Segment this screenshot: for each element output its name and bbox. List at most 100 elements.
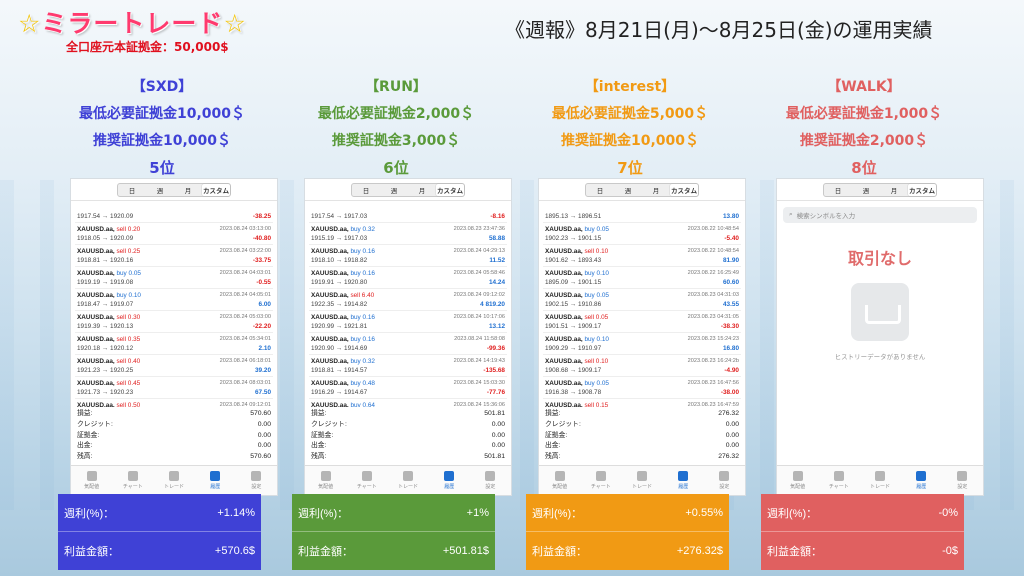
nav-item-3[interactable]: 履歴 [429,466,470,495]
trade-symbol: XAUUSD.aa, sell 0.10 [545,358,608,365]
nav-item-0[interactable]: 気配値 [305,466,346,495]
trade-pl: -0.55 [256,279,271,286]
trade-row[interactable]: XAUUSD.aa, buy 0.32 1915.19 → 1917.03 2023… [309,223,507,245]
trade-row[interactable]: XAUUSD.aa, buy 0.641913.19 → 1914.562023… [309,399,507,407]
search-icon: ⌕ [789,211,793,218]
trade-row[interactable]: XAUUSD.aa, buy 0.10 1895.09 → 1901.15 2023… [543,267,741,289]
nav-item-0[interactable]: 気配値 [71,466,112,495]
trade-symbol: XAUUSD.aa, sell 0.15 [545,402,608,407]
nav-item-1[interactable]: チャート [818,466,859,495]
trade-row[interactable]: XAUUSD.aa, sell 0.10 1901.62 → 1893.43 202… [543,245,741,267]
trade-row[interactable]: XAUUSD.aa, sell 0.35 1920.18 → 1920.12 202… [75,333,273,355]
summary-row-profit: 損益: 276.32 [545,409,739,420]
tab-period[interactable]: カスタム [670,183,698,196]
segmented-control: 日週月カスタム [351,182,465,197]
trade-row[interactable]: XAUUSD.aa, sell 0.45 1921.73 → 1920.23 202… [75,377,273,399]
trade-row[interactable]: XAUUSD.aa, sell 0.20 1918.05 → 1920.09 202… [75,223,273,245]
trade-row[interactable]: XAUUSD.aa, buy 0.05 1902.23 → 1901.15 2023… [543,223,741,245]
trade-row[interactable]: XAUUSD.aa, sell 6.40 1922.35 → 1914.82 202… [309,289,507,311]
summary-label: 証拠金: [311,431,334,439]
nav-item-2[interactable]: トレード [621,466,662,495]
trade-row[interactable]: XAUUSD.aa, buy 0.05 1902.15 → 1910.86 2023… [543,289,741,311]
strategy-name: 【WALK】 [827,79,901,95]
nav-item-0[interactable]: 気配値 [777,466,818,495]
summary-value: 0.00 [491,431,505,439]
trade-side: sell 0.10 [584,248,609,255]
tab-period[interactable]: 週 [614,184,642,196]
trade-prices: 1920.90 → 1914.69 [311,345,368,352]
summary-value: 501.81 [484,453,505,461]
nav-item-4[interactable]: 設定 [704,466,745,495]
report-title: 《週報》8月21日(月)〜8月25日(金)の運用実績 [505,18,933,42]
trade-row[interactable]: 1917.54 → 1920.09 -38.25 [75,201,273,223]
nav-item-3[interactable]: 履歴 [195,466,236,495]
stat-box-walk: 週利(%)： -0% 利益金額： -0$ [761,494,964,570]
tab-period[interactable]: 月 [880,184,908,196]
trade-row[interactable]: XAUUSD.aa, sell 0.10 1908.68 → 1909.17 202… [543,355,741,377]
tab-period[interactable]: カスタム [202,183,230,196]
summary-label: 出金: [311,442,327,450]
trade-row[interactable]: XAUUSD.aa, sell 0.151916.17 → 1909.27202… [543,399,741,407]
nav-item-4[interactable]: 設定 [470,466,511,495]
trade-row[interactable]: XAUUSD.aa, buy 0.10 1918.47 → 1919.07 2023… [75,289,273,311]
symbol: XAUUSD.aa, [545,336,583,343]
trade-side: sell 0.45 [116,380,141,387]
nav-item-2[interactable]: トレード [387,466,428,495]
tab-period[interactable]: 週 [380,184,408,196]
trade-row[interactable]: XAUUSD.aa, sell 0.501922.35 → 1920.25202… [75,399,273,407]
nav-item-2[interactable]: トレード [153,466,194,495]
nav-item-2[interactable]: トレード [859,466,900,495]
nav-item-1[interactable]: チャート [580,466,621,495]
trade-row[interactable]: XAUUSD.aa, sell 0.30 1919.39 → 1920.13 202… [75,311,273,333]
trade-row[interactable]: XAUUSD.aa, sell 0.25 1918.81 → 1920.16 202… [75,245,273,267]
nav-item-4[interactable]: 設定 [942,466,983,495]
trade-row[interactable]: XAUUSD.aa, buy 0.16 1920.99 → 1921.81 2023… [309,311,507,333]
nav-item-1[interactable]: チャート [346,466,387,495]
search-input[interactable]: ⌕ 検索シンボルを入力 [783,207,977,223]
trade-row[interactable]: XAUUSD.aa, buy 0.16 1919.91 → 1920.80 2023… [309,267,507,289]
summary-value: 501.81 [484,410,505,417]
trade-side: buy 0.10 [584,336,609,343]
nav-label: トレード [870,484,891,490]
trade-time: 2023.08.24 05:03:00 [219,314,271,320]
nav-item-0[interactable]: 気配値 [539,466,580,495]
trade-row[interactable]: XAUUSD.aa, sell 0.05 1901.51 → 1909.17 202… [543,311,741,333]
nav-item-3[interactable]: 履歴 [663,466,704,495]
tab-period[interactable]: カスタム [908,183,936,196]
tab-period[interactable]: 日 [586,184,614,196]
nav-item-4[interactable]: 設定 [236,466,277,495]
tab-period[interactable]: カスタム [436,183,464,196]
summary-label: 証拠金: [77,431,100,439]
tab-period[interactable]: 月 [408,184,436,196]
summary-row-deposit: 証拠金: 0.00 [77,431,271,442]
trade-row[interactable]: XAUUSD.aa, buy 0.05 1916.38 → 1908.78 2023… [543,377,741,399]
summary-row-balance: 残高: 276.32 [545,452,739,463]
nav-item-3[interactable]: 履歴 [901,466,942,495]
nav-item-1[interactable]: チャート [112,466,153,495]
period-tabs: 日週月カスタム [539,179,745,201]
tab-period[interactable]: 週 [146,184,174,196]
tab-period[interactable]: 日 [352,184,380,196]
tab-period[interactable]: 週 [852,184,880,196]
trade-row[interactable]: XAUUSD.aa, buy 0.16 1918.10 → 1918.82 2023… [309,245,507,267]
trade-row[interactable]: XAUUSD.aa, buy 0.05 1919.19 → 1919.08 2023… [75,267,273,289]
trade-row[interactable]: 1895.13 → 1896.51 13.80 [543,201,741,223]
trade-row[interactable]: XAUUSD.aa, buy 0.32 1918.81 → 1914.57 2023… [309,355,507,377]
bottom-nav: 気配値 チャート トレード 履歴 設定 [777,465,983,495]
trade-row[interactable]: XAUUSD.aa, buy 0.16 1920.90 → 1914.69 2023… [309,333,507,355]
trade-row[interactable]: XAUUSD.aa, buy 0.48 1916.29 → 1914.67 2023… [309,377,507,399]
trade-prices: 1922.35 → 1914.82 [311,301,368,308]
history-screen-walk: 日週月カスタム ⌕ 検索シンボルを入力 取引なし ヒストリーデータがありません 気配値 チャ… [776,178,984,496]
trade-symbol: XAUUSD.aa, buy 0.16 [311,270,375,277]
trade-list: 1895.13 → 1896.51 13.80 XAUUSD.aa, buy 0.0… [539,201,745,407]
tab-period[interactable]: 日 [824,184,852,196]
summary-row-profit: 損益: 570.60 [77,409,271,420]
tab-period[interactable]: 月 [642,184,670,196]
trade-row[interactable]: 1917.54 → 1917.03 -8.16 [309,201,507,223]
trade-row[interactable]: XAUUSD.aa, sell 0.40 1921.23 → 1920.25 202… [75,355,273,377]
trade-row[interactable]: XAUUSD.aa, buy 0.10 1909.29 → 1910.97 2023… [543,333,741,355]
trade-time: 2023.08.24 04:29:13 [453,248,505,254]
trade-symbol: XAUUSD.aa, buy 0.16 [311,314,375,321]
tab-period[interactable]: 月 [174,184,202,196]
tab-period[interactable]: 日 [118,184,146,196]
